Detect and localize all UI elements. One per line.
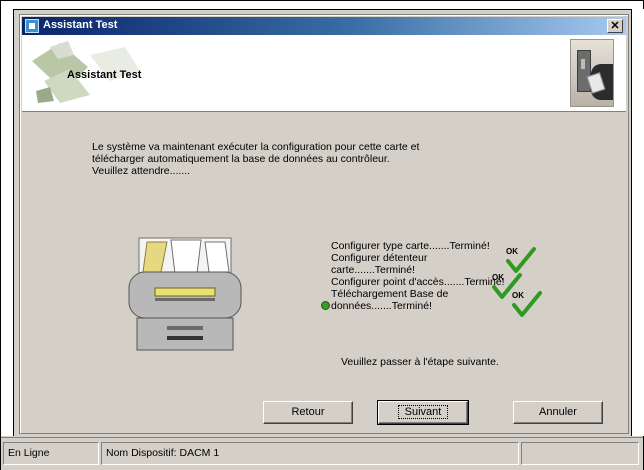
header-title: Assistant Test <box>67 69 142 81</box>
right-strip <box>631 9 644 436</box>
screen-frame: Assistant Test ✕ Assistant Test Le systè… <box>0 0 644 470</box>
wizard-header: Assistant Test <box>22 35 626 112</box>
card-reader-icon <box>570 39 614 107</box>
status-extra-panel <box>521 442 639 465</box>
close-button[interactable]: ✕ <box>607 19 623 33</box>
back-button[interactable]: Retour <box>263 401 353 424</box>
cancel-button-label: Annuler <box>539 406 577 418</box>
app-icon <box>25 19 39 33</box>
ok-check-icon: OK <box>512 291 542 317</box>
svg-text:OK: OK <box>506 247 518 256</box>
status-bar: En Ligne Nom Dispositif: DACM 1 <box>1 437 643 470</box>
connection-status: En Ligne <box>3 442 99 465</box>
window-title: Assistant Test <box>43 19 118 31</box>
back-button-label: Retour <box>291 406 325 418</box>
printer-files-icon <box>128 237 242 351</box>
next-step-hint: Veuillez passer à l'étape suivante. <box>341 356 499 368</box>
left-strip <box>1 9 14 436</box>
intro-text: Le système va maintenant exécuter la con… <box>92 141 420 177</box>
active-step-bullet-icon <box>321 301 330 310</box>
title-bar[interactable]: Assistant Test ✕ <box>22 17 626 35</box>
device-name-status: Nom Dispositif: DACM 1 <box>101 442 519 465</box>
cancel-button[interactable]: Annuler <box>513 401 603 424</box>
wizard-window: Assistant Test ✕ Assistant Test Le systè… <box>19 14 629 434</box>
svg-text:OK: OK <box>492 273 504 282</box>
next-button[interactable]: Suivant <box>377 400 469 425</box>
next-button-label: Suivant <box>397 405 449 419</box>
top-strip <box>1 1 643 10</box>
svg-text:OK: OK <box>512 291 524 300</box>
